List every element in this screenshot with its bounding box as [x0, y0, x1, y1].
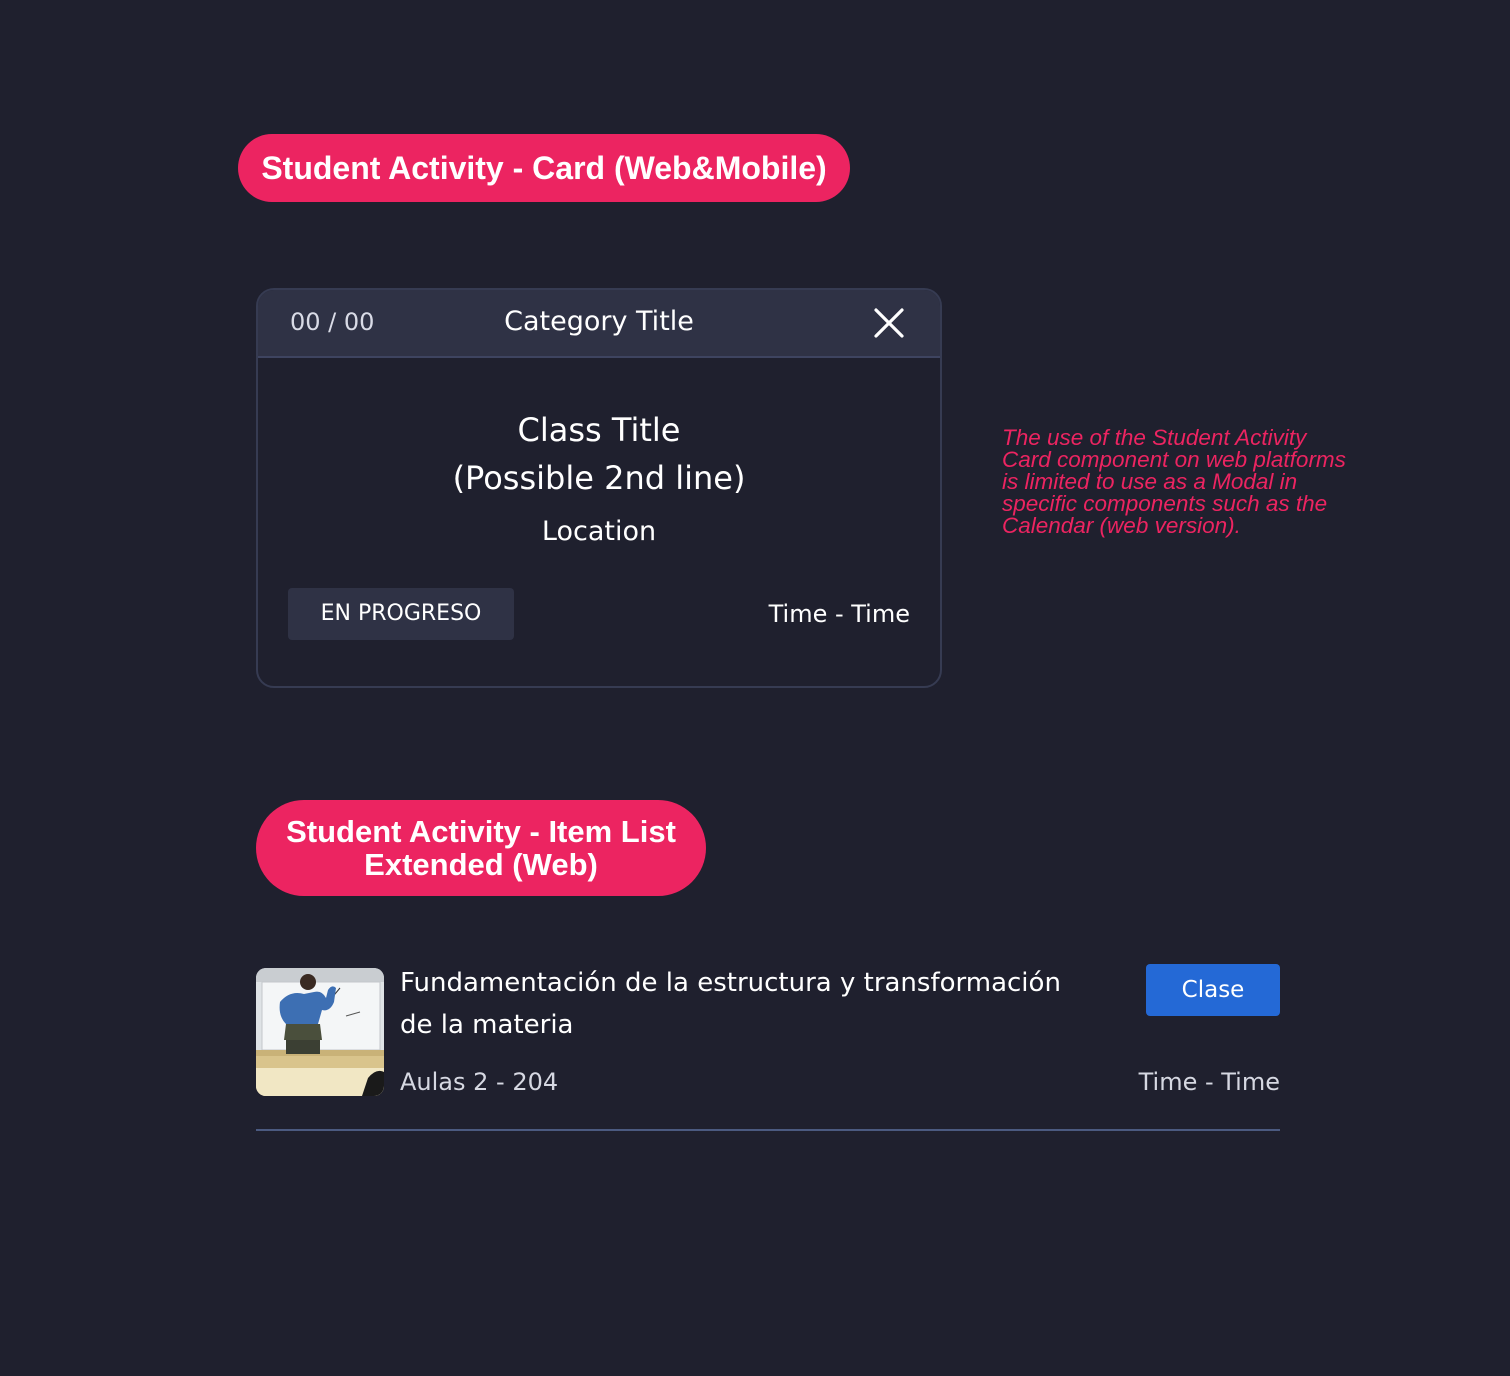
clase-tag-button[interactable]: Clase — [1146, 964, 1280, 1016]
class-title-line-2: (Possible 2nd line) — [452, 459, 746, 497]
card-time-range: Time - Time — [768, 600, 910, 628]
list-divider — [256, 1129, 1280, 1131]
item-title-line-1: Fundamentación de la estructura y transf… — [400, 968, 1061, 998]
category-title: Category Title — [504, 306, 694, 337]
close-icon[interactable] — [872, 306, 906, 340]
usage-note-line-1: The use of the Student Activity — [1002, 425, 1307, 450]
class-location: Location — [541, 516, 657, 547]
student-activity-card: 00 / 00 Category Title Class Title (Poss… — [256, 288, 942, 688]
class-title: Class Title (Possible 2nd line) — [258, 406, 940, 502]
section-label-item-list-line-2: Extended (Web) — [364, 847, 598, 882]
item-location: Aulas 2 - 204 — [400, 1068, 559, 1096]
card-counter: 00 / 00 — [290, 308, 375, 336]
usage-note: The use of the Student Activity Card com… — [1002, 425, 1372, 538]
section-label-item-list-line-1: Student Activity - Item List — [286, 814, 676, 849]
section-label-card: Student Activity - Card (Web&Mobile) — [238, 134, 850, 202]
usage-note-line-3: is limited to use as a Modal in — [1002, 469, 1298, 494]
class-title-line-1: Class Title — [517, 411, 681, 449]
status-badge: EN PROGRESO — [288, 588, 514, 640]
card-header: 00 / 00 Category Title — [258, 290, 940, 358]
section-label-card-text: Student Activity - Card (Web&Mobile) — [261, 150, 827, 186]
usage-note-line-4: specific components such as the — [1002, 491, 1328, 516]
usage-note-line-5: Calendar (web version). — [1002, 513, 1241, 538]
item-time-range: Time - Time — [1138, 1068, 1280, 1096]
classroom-photo — [256, 968, 384, 1096]
usage-note-line-2: Card component on web platforms — [1002, 447, 1346, 472]
item-title: Fundamentación de la estructura y transf… — [400, 962, 1140, 1046]
item-title-line-2: de la materia — [400, 1010, 574, 1040]
section-label-item-list: Student Activity - Item List Extended (W… — [256, 800, 706, 896]
